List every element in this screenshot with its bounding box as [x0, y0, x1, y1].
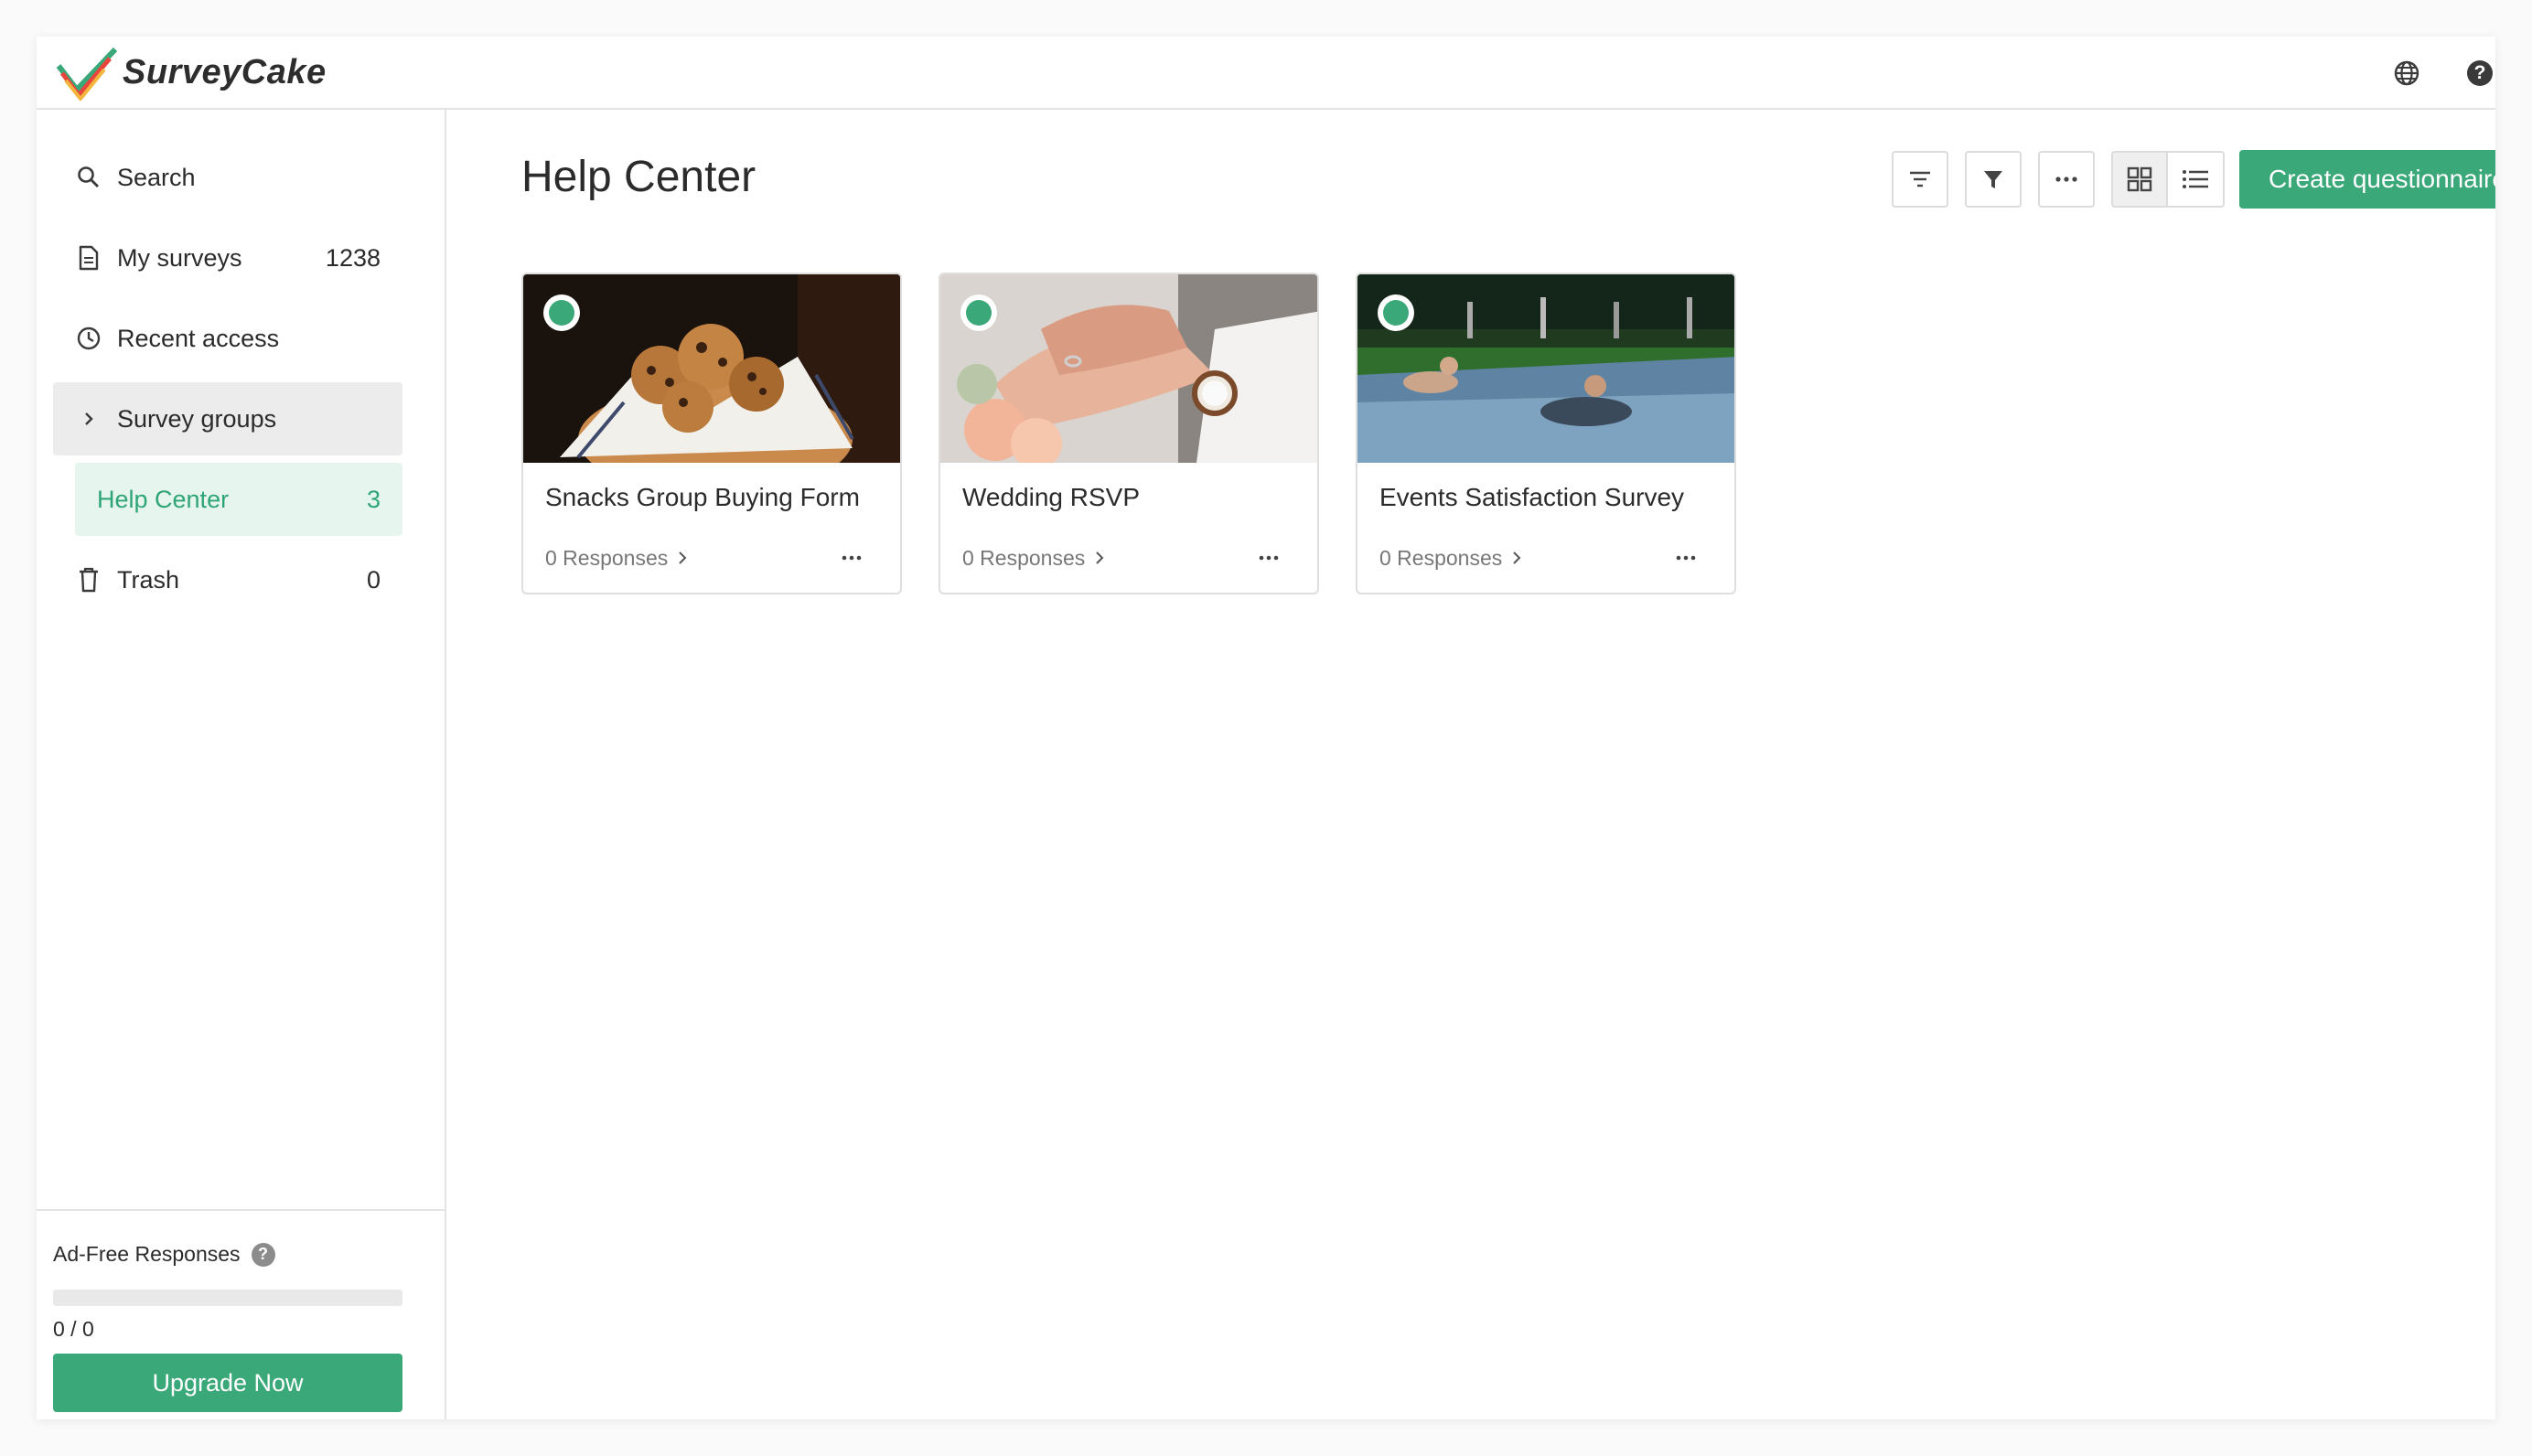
- clock-icon: [73, 323, 104, 354]
- more-horizontal-icon[interactable]: [1259, 555, 1279, 561]
- help-icon[interactable]: ?: [2464, 58, 2495, 89]
- sidebar-item-help-center[interactable]: Help Center 3: [75, 463, 402, 536]
- search-icon: [73, 162, 104, 193]
- sidebar-item-label: Help Center: [97, 485, 230, 513]
- ad-free-panel: Ad-Free Responses ? 0 / 0 Upgrade Now: [37, 1209, 445, 1419]
- more-horizontal-icon[interactable]: [842, 555, 862, 561]
- responses-count: 0 Responses: [1379, 545, 1503, 570]
- responses-count: 0 Responses: [545, 545, 669, 570]
- survey-card[interactable]: Snacks Group Buying Form 0 Responses: [521, 273, 902, 594]
- sort-button[interactable]: [1892, 151, 1948, 208]
- main-content: Help Center Create questionnaire Snacks …: [446, 110, 2495, 1419]
- filter-icon: [1984, 171, 2002, 188]
- logo-text: SurveyCake: [123, 52, 327, 91]
- survey-cover-image: [940, 274, 1317, 463]
- upgrade-now-button[interactable]: Upgrade Now: [53, 1354, 402, 1412]
- group-count: 3: [366, 485, 381, 513]
- help-glyph: ?: [2467, 60, 2493, 86]
- responses-link[interactable]: 0 Responses: [545, 546, 688, 571]
- chevron-right-icon: [73, 403, 104, 434]
- sidebar-item-search[interactable]: Search: [53, 141, 402, 214]
- logo[interactable]: SurveyCake: [53, 44, 327, 101]
- ad-free-progress-text: 0 / 0: [53, 1317, 94, 1341]
- view-toggle: [2111, 151, 2225, 208]
- trash-icon: [73, 564, 104, 595]
- status-indicator: [1378, 294, 1414, 331]
- logo-mark-icon: [56, 47, 118, 101]
- survey-card-list: Snacks Group Buying Form 0 Responses Wed…: [521, 273, 1773, 594]
- survey-title: Events Satisfaction Survey: [1379, 483, 1685, 511]
- more-horizontal-icon: [2055, 177, 2077, 182]
- sidebar: Search My surveys 1238 Recent access Sur…: [37, 110, 446, 1419]
- page-title: Help Center: [521, 153, 756, 201]
- list-view-icon: [2183, 170, 2208, 188]
- survey-card[interactable]: Events Satisfaction Survey 0 Responses: [1356, 273, 1736, 594]
- question-icon[interactable]: ?: [251, 1242, 275, 1267]
- document-icon: [73, 242, 104, 273]
- create-questionnaire-button[interactable]: Create questionnaire: [2239, 150, 2495, 209]
- grid-view-icon: [2127, 166, 2152, 192]
- sidebar-item-label: Recent access: [117, 324, 280, 352]
- survey-card[interactable]: Wedding RSVP 0 Responses: [939, 273, 1319, 594]
- sidebar-item-recent-access[interactable]: Recent access: [53, 302, 402, 375]
- more-options-button[interactable]: [2038, 151, 2095, 208]
- sidebar-item-label: My surveys: [117, 243, 242, 272]
- list-view-button[interactable]: [2168, 151, 2225, 208]
- app-window: SurveyCake ? Search My surveys 1238 Rece…: [37, 37, 2495, 1419]
- sidebar-item-my-surveys[interactable]: My surveys 1238: [53, 221, 402, 294]
- responses-count: 0 Responses: [962, 545, 1086, 570]
- chevron-right-icon: [1513, 551, 1521, 564]
- responses-link[interactable]: 0 Responses: [962, 546, 1105, 571]
- sidebar-item-label: Search: [117, 163, 196, 191]
- grid-view-button[interactable]: [2111, 151, 2168, 208]
- ad-free-title: Ad-Free Responses: [53, 1242, 241, 1266]
- ad-free-progress-bar: [53, 1290, 402, 1306]
- survey-count: 1238: [325, 243, 381, 272]
- survey-title: Wedding RSVP: [962, 483, 1141, 511]
- toolbar: Create questionnaire: [1892, 150, 2495, 209]
- responses-link[interactable]: 0 Responses: [1379, 546, 1522, 571]
- sidebar-item-trash[interactable]: Trash 0: [53, 543, 402, 616]
- more-horizontal-icon[interactable]: [1676, 555, 1696, 561]
- top-bar: SurveyCake ?: [37, 37, 2495, 110]
- status-indicator: [543, 294, 580, 331]
- trash-count: 0: [366, 565, 381, 594]
- survey-cover-image: [523, 274, 900, 463]
- survey-cover-image: [1357, 274, 1734, 463]
- chevron-right-icon: [679, 551, 687, 564]
- sidebar-item-label: Survey groups: [117, 404, 277, 433]
- survey-title: Snacks Group Buying Form: [545, 483, 860, 511]
- sidebar-item-survey-groups[interactable]: Survey groups: [53, 382, 402, 455]
- sidebar-item-label: Trash: [117, 565, 180, 594]
- status-indicator: [960, 294, 997, 331]
- sort-icon: [1910, 171, 1930, 187]
- filter-button[interactable]: [1965, 151, 2022, 208]
- chevron-right-icon: [1096, 551, 1104, 564]
- globe-icon[interactable]: [2391, 58, 2422, 89]
